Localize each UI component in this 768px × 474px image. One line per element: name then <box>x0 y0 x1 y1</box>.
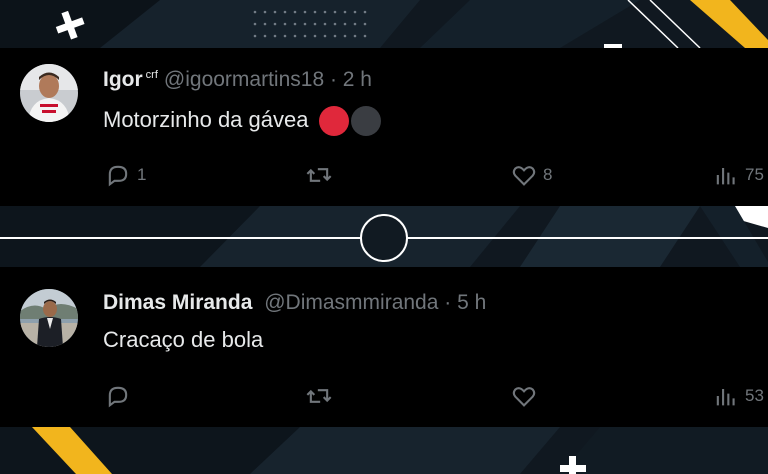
like-icon <box>512 166 536 186</box>
like-button[interactable] <box>510 381 543 411</box>
black-circle-emoji <box>350 106 381 136</box>
reply-button[interactable]: 1 <box>104 160 146 190</box>
author-name[interactable]: Igor <box>103 68 143 91</box>
name-badge: crf <box>145 69 158 81</box>
views-icon <box>716 389 735 406</box>
views-count: 53 <box>745 386 764 405</box>
like-icon <box>512 387 536 407</box>
views-button[interactable]: 53 <box>712 381 764 411</box>
retweet-button[interactable] <box>305 381 338 411</box>
author-name[interactable]: Dimas Miranda <box>103 291 252 314</box>
tweet-card[interactable]: Igor crf @igoormartins18 · 2 h Motorzinho … <box>0 48 768 206</box>
author-handle[interactable]: @igoormartins18 <box>164 68 324 91</box>
reply-icon <box>108 386 128 408</box>
ring-icon <box>360 214 408 262</box>
retweet-icon <box>306 168 332 182</box>
reply-button[interactable] <box>104 381 137 411</box>
like-count: 8 <box>543 165 553 184</box>
tweet-card[interactable]: Dimas Miranda @Dimasmmiranda · 5 h Craca… <box>0 267 768 427</box>
tweet-header: Igor crf @igoormartins18 · 2 h <box>103 68 372 92</box>
avatar[interactable] <box>20 289 78 347</box>
tweet-text-content: Motorzinho da gávea <box>103 106 309 132</box>
tweet-text-content: Cracaço de bola <box>103 327 264 352</box>
tweet-time[interactable]: · 2 h <box>330 68 372 91</box>
views-count: 75 <box>745 165 764 184</box>
author-handle[interactable]: @Dimasmmiranda <box>264 291 438 314</box>
avatar[interactable] <box>20 64 78 122</box>
tweet-header: Dimas Miranda @Dimasmmiranda · 5 h <box>103 291 486 315</box>
views-button[interactable]: 75 <box>712 160 764 190</box>
tweet-text: Motorzinho da gávea <box>103 106 381 136</box>
reply-icon <box>108 165 128 187</box>
tweet-text: Cracaço de bola <box>103 327 263 353</box>
like-button[interactable]: 8 <box>510 160 552 190</box>
red-circle-emoji <box>318 106 349 136</box>
retweet-button[interactable] <box>305 160 338 190</box>
tweet-time[interactable]: · 5 h <box>444 291 486 314</box>
views-icon <box>716 168 735 185</box>
reply-count: 1 <box>137 165 147 184</box>
tweet-actions: 53 <box>0 381 768 411</box>
tweet-actions: 1 8 75 <box>0 160 768 190</box>
retweet-icon <box>306 389 332 403</box>
